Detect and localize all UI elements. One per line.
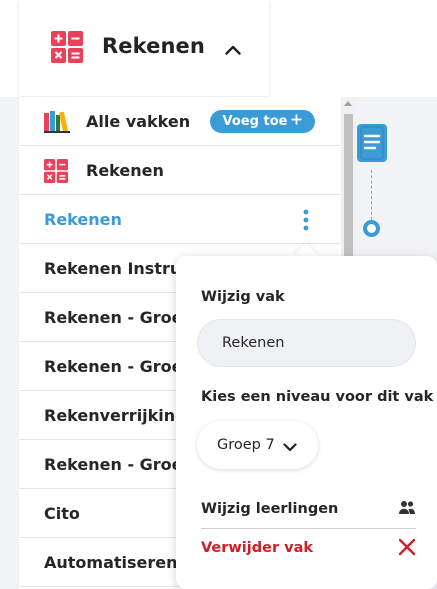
users-icon (398, 499, 416, 521)
list-item-rekenen-active[interactable]: Rekenen (19, 195, 341, 244)
list-item-rekenen-general[interactable]: Rekenen (19, 146, 341, 195)
popup-divider (201, 528, 416, 529)
delete-subject-button[interactable]: Verwijder vak (201, 538, 416, 558)
edit-subject-label: Wijzig vak (201, 289, 285, 305)
books-icon (44, 111, 70, 137)
math-operators-icon (44, 159, 68, 187)
subject-selector[interactable]: Rekenen (19, 0, 269, 96)
list-item-all-subjects[interactable]: Alle vakken Voeg toe (19, 97, 341, 146)
subject-options-popup: Wijzig vak Kies een niveau voor dit vak … (176, 256, 437, 589)
list-item-label: Rekenen - Groep (44, 356, 194, 376)
scroll-up-arrow-icon[interactable] (344, 101, 352, 106)
add-subject-button[interactable]: Voeg toe (210, 110, 315, 133)
level-select-value: Groep 7 (217, 437, 275, 453)
notebook-icon (357, 124, 387, 166)
list-item-label: Rekenverrijking (44, 405, 187, 425)
list-item-label: Automatiseren (44, 552, 178, 572)
math-operators-icon (51, 31, 83, 67)
list-item-label: Rekenen (86, 160, 164, 180)
chevron-down-icon (283, 440, 297, 456)
timeline-marker (363, 220, 380, 237)
kebab-icon[interactable] (302, 209, 310, 231)
list-item-label: Rekenen (44, 209, 122, 229)
subject-name-input[interactable] (197, 319, 416, 367)
list-item-label: Rekenen - Groep (44, 454, 194, 474)
edit-students-button[interactable]: Wijzig leerlingen (201, 499, 416, 519)
subject-title: Rekenen (102, 34, 205, 58)
close-icon (398, 538, 416, 560)
list-item-label: Rekenen - Groep (44, 307, 194, 327)
list-item-label: Cito (44, 503, 80, 523)
list-item-label: Alle vakken (86, 111, 191, 131)
level-select[interactable]: Groep 7 (197, 421, 318, 469)
chevron-up-icon[interactable] (225, 40, 241, 59)
plus-icon (291, 114, 302, 129)
level-label: Kies een niveau voor dit vak (201, 389, 434, 405)
timeline-line (371, 170, 372, 220)
